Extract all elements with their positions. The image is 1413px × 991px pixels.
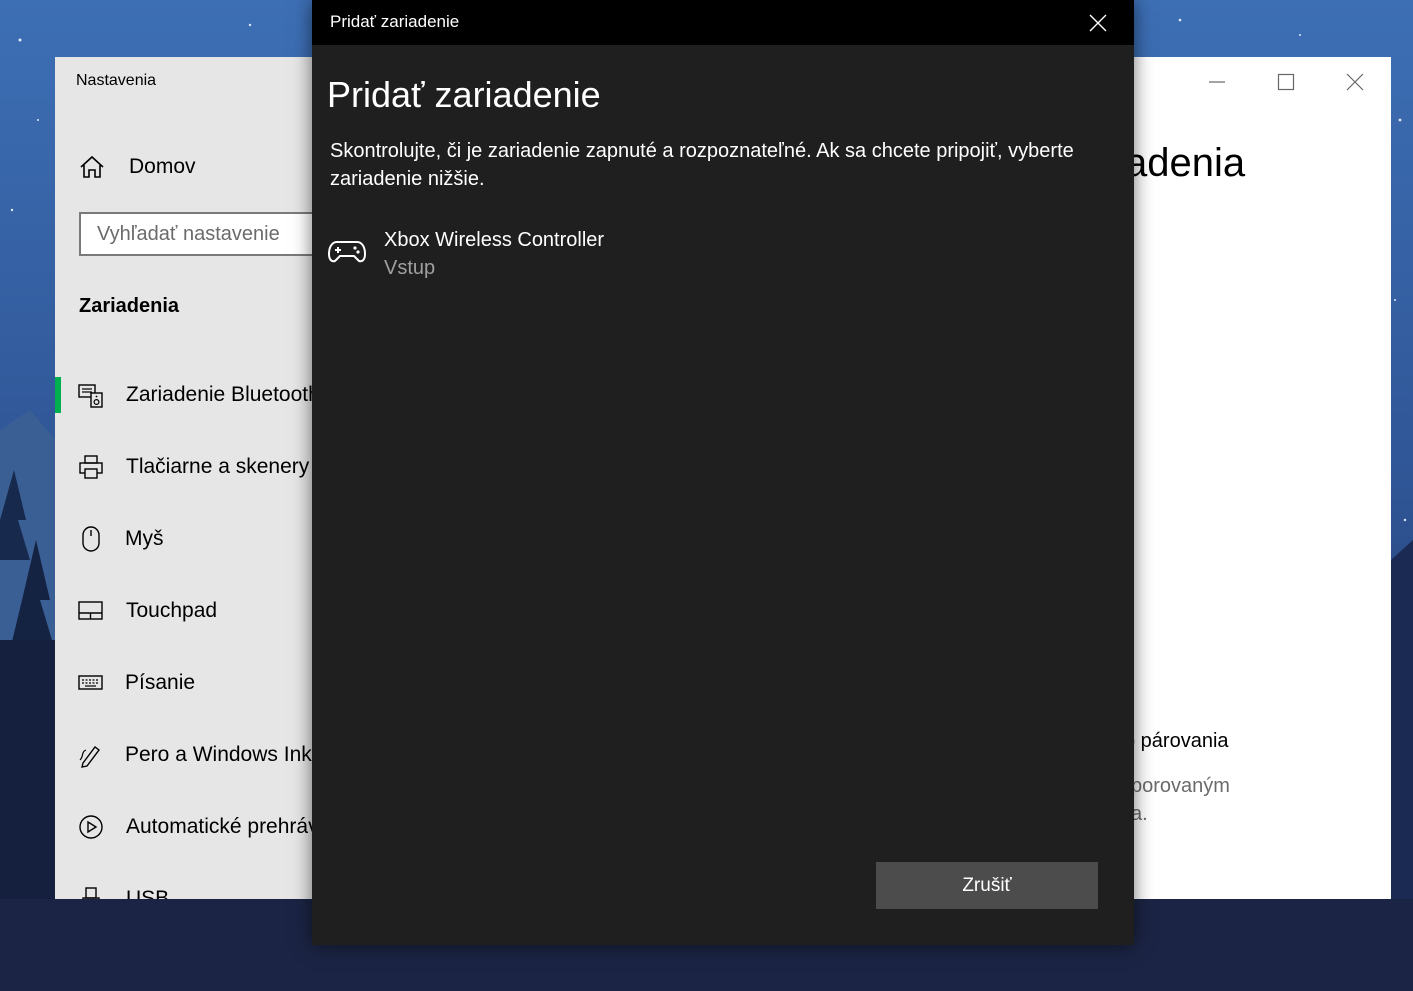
minimize-icon <box>1209 81 1225 83</box>
sidebar-item-label: Zariadenie Bluetooth <box>126 383 313 406</box>
sidebar-item-autoplay[interactable]: Automatické prehrávanie <box>55 805 313 849</box>
close-window-button[interactable] <box>1335 67 1375 97</box>
add-device-dialog: Pridať zariadenie Pridať zariadenie Skon… <box>312 0 1134 945</box>
sidebar-item-label: Tlačiarne a skenery <box>126 455 310 478</box>
gamepad-icon <box>327 241 367 263</box>
sidebar-item-printers[interactable]: Tlačiarne a skenery <box>55 445 313 489</box>
maximize-icon <box>1277 73 1295 91</box>
dialog-titlebar-text: Pridať zariadenie <box>330 12 460 31</box>
dialog-titlebar: Pridať zariadenie <box>312 0 1134 45</box>
device-name: Xbox Wireless Controller <box>384 229 605 251</box>
keyboard-icon <box>78 675 103 690</box>
active-indicator <box>55 377 61 413</box>
usb-icon <box>82 887 100 899</box>
settings-sidebar: Nastavenia Domov Zariadenia Zariadenie B… <box>55 57 313 899</box>
dialog-description: Skontrolujte, či je zariadenie zapnuté a… <box>330 140 1074 190</box>
cancel-button[interactable]: Zrušiť <box>876 862 1098 909</box>
maximize-button[interactable] <box>1266 67 1306 97</box>
mouse-icon <box>82 526 100 552</box>
sidebar-item-usb[interactable]: USB <box>55 877 313 899</box>
pairing-text-line: porovaným <box>1131 775 1230 797</box>
sidebar-item-touchpad[interactable]: Touchpad <box>55 589 313 633</box>
sidebar-item-home[interactable]: Domov <box>79 153 196 181</box>
sidebar-item-home-label: Domov <box>129 155 196 178</box>
sidebar-item-label: Automatické prehrávanie <box>126 815 313 838</box>
sidebar-item-label: Myš <box>125 527 164 550</box>
close-icon <box>1089 14 1107 32</box>
app-title: Nastavenia <box>76 72 157 89</box>
printer-icon <box>79 455 103 479</box>
sidebar-item-label: Touchpad <box>126 599 218 622</box>
home-icon <box>80 155 104 178</box>
minimize-button[interactable] <box>1197 67 1237 97</box>
search-input[interactable] <box>79 212 313 256</box>
sidebar-item-bluetooth[interactable]: Zariadenie Bluetooth <box>55 373 313 417</box>
sidebar-item-mouse[interactable]: Myš <box>55 517 313 561</box>
sidebar-item-label: Pero a Windows Ink <box>125 743 312 766</box>
section-title: Zariadenia <box>79 295 180 317</box>
sidebar-item-label: Písanie <box>125 671 196 694</box>
close-icon <box>1346 73 1364 91</box>
dialog-heading: Pridať zariadenie <box>327 74 601 115</box>
bluetooth-devices-icon <box>78 384 103 408</box>
touchpad-icon <box>78 601 103 620</box>
sidebar-item-typing[interactable]: Písanie <box>55 661 313 705</box>
sidebar-item-pen[interactable]: Pero a Windows Ink <box>55 733 313 777</box>
autoplay-icon <box>79 815 103 839</box>
dialog-close-button[interactable] <box>1079 6 1117 40</box>
device-type: Vstup <box>384 257 436 279</box>
page-title: adenia <box>1125 141 1246 185</box>
pairing-heading: o párovania <box>1124 730 1229 752</box>
sidebar-item-label: USB <box>126 887 170 899</box>
pen-icon <box>79 746 100 768</box>
device-list-item[interactable]: Xbox Wireless Controller Vstup <box>327 226 1117 290</box>
